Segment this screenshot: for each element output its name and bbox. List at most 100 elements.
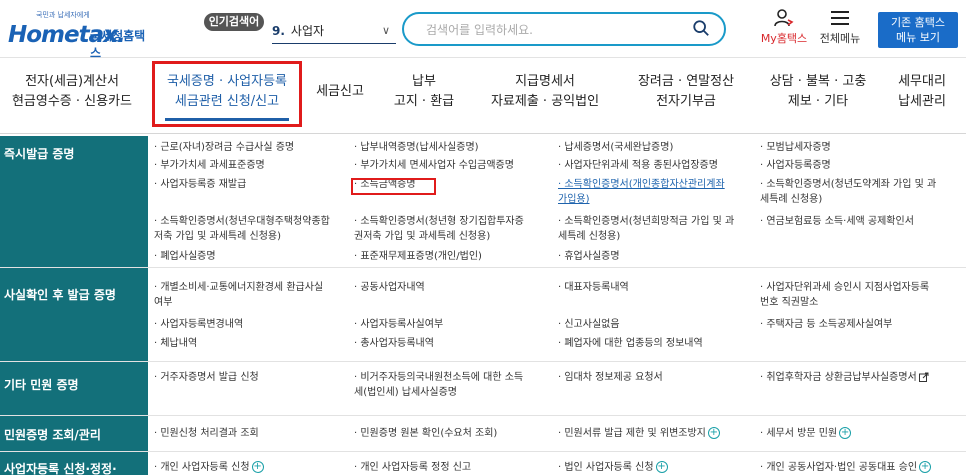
nav-statements[interactable]: 지급명세서 자료제출 · 공익법인	[480, 72, 610, 112]
nav-tax-agent[interactable]: 세무대리 납세관리	[882, 72, 962, 112]
list-item[interactable]: · 근로(자녀)장려금 수급사실 증명	[154, 140, 294, 155]
nav-consulting[interactable]: 상담 · 불복 · 고충 제보 · 기타	[760, 72, 876, 112]
nav-label: 세금신고	[316, 84, 364, 99]
popular-search-badge: 인기검색어	[204, 13, 264, 31]
list-item[interactable]: · 대표자등록내역	[558, 280, 629, 295]
list-item[interactable]: · 민원증명 원본 확인(수요처 조회)	[354, 426, 497, 441]
list-item[interactable]: · 법인 사업자등록 신청 +	[558, 460, 668, 475]
section-body: · 근로(자녀)장려금 수급사실 증명 · 납부내역증명(납세사실증명) · 납…	[148, 136, 966, 267]
list-item-line: · 소득확인증명서(청년도약계좌 가입 및 과	[760, 179, 937, 190]
section-row: 기타 민원 증명 · 거주자증명서 발급 신청 · 비거주자등의국내원천소득에 …	[0, 362, 966, 416]
myhome-label: My홈택스	[760, 32, 808, 45]
all-menu-label: 전체메뉴	[819, 32, 861, 45]
list-item[interactable]: · 소득확인증명서(청년우대형주택청약종합 저축 가입 및 과세특례 신청용)	[154, 214, 354, 244]
list-item[interactable]: · 민원서류 발급 제한 및 위변조방지 +	[558, 426, 720, 441]
external-link-icon	[918, 372, 929, 382]
nav-highlight-box	[152, 61, 302, 127]
list-item-line: · 세무서 방문 민원	[760, 428, 838, 439]
list-item-external[interactable]: · 취업후학자금 상환금납부사실증명서	[760, 370, 929, 385]
list-item[interactable]: · 휴업사실증명	[558, 249, 620, 264]
classic-menu-line2: 메뉴 보기	[896, 31, 940, 44]
list-item[interactable]: · 개별소비세·교통에너지환경세 환급사실 여부	[154, 280, 354, 310]
list-item[interactable]: · 사업자등록증명	[760, 158, 831, 173]
section-row: 민원증명 조회/관리 · 민원신청 처리결과 조회 · 민원증명 원본 확인(수…	[0, 416, 966, 452]
list-item[interactable]: · 개인 사업자등록 신청 +	[154, 460, 264, 475]
main-nav: 전자(세금)계산서 현금영수증 · 신용카드 국세증명 · 사업자등록 세금관련…	[0, 58, 966, 134]
section-title: 사업자등록 신청·정정·	[0, 452, 148, 475]
nav-label: 납세관리	[898, 94, 946, 109]
list-item[interactable]: · 세무서 방문 민원 +	[760, 426, 852, 441]
list-item-line: 세(법인세) 납세사실증명	[354, 387, 457, 398]
search-icon[interactable]	[692, 19, 710, 37]
list-item-line: · 취업후학자금 상환금납부사실증명서	[760, 372, 917, 383]
list-item[interactable]: · 개인 사업자등록 정정 신고	[354, 460, 471, 475]
list-item[interactable]: · 연금보험료등 소득·세액 공제확인서	[760, 214, 914, 229]
list-item[interactable]: · 소득확인증명서(청년도약계좌 가입 및 과 세특례 신청용)	[760, 177, 964, 207]
list-item[interactable]: · 주택자금 등 소득공제사실여부	[760, 317, 892, 332]
list-item-line: 권저축 가입 및 과세특례 신청용)	[354, 231, 491, 242]
section-title: 민원증명 조회/관리	[0, 416, 148, 451]
plus-circle-icon: +	[251, 461, 264, 473]
list-item[interactable]: · 폐업자에 대한 업종등의 정보내역	[558, 336, 703, 351]
hometax-logo[interactable]: 국민과 납세자에게 Hometax. 국세청홈택스	[6, 10, 156, 60]
search-input[interactable]	[426, 20, 686, 40]
list-item[interactable]: · 임대차 정보제공 요청서	[558, 370, 663, 385]
list-item[interactable]: · 비거주자등의국내원천소득에 대한 소득 세(법인세) 납세사실증명	[354, 370, 554, 400]
list-item-line: · 소득확인증명서(청년희망적금 가입 및 과	[558, 216, 735, 227]
popular-search-select[interactable]: 9. 사업자 ∨	[272, 18, 396, 44]
list-item[interactable]: · 사업자단위과세 적용 종된사업장증명	[558, 158, 718, 173]
classic-menu-button[interactable]: 기존 홈택스 메뉴 보기	[878, 12, 958, 48]
list-item[interactable]: · 모범납세자증명	[760, 140, 831, 155]
list-item[interactable]: · 부가가치세 면세사업자 수입금액증명	[354, 158, 514, 173]
list-item[interactable]: · 개인 공동사업자·법인 공동대표 승인 +	[760, 460, 932, 475]
nav-etax[interactable]: 전자(세금)계산서 현금영수증 · 신용카드	[4, 72, 140, 112]
nav-payment[interactable]: 납부 고지 · 환급	[376, 72, 472, 112]
list-item[interactable]: · 부가가치세 과세표준증명	[154, 158, 265, 173]
list-item-line: 번호 직권말소	[760, 297, 819, 308]
nav-label: 고지 · 환급	[393, 94, 455, 109]
list-item[interactable]: · 체납내역	[154, 336, 197, 351]
list-item-line: 여부	[154, 297, 173, 308]
menu-grid: 즉시발급 증명 · 근로(자녀)장려금 수급사실 증명 · 납부내역증명(납세사…	[0, 136, 966, 475]
list-item[interactable]: · 납부내역증명(납세사실증명)	[354, 140, 479, 155]
nav-tax-return[interactable]: 세금신고	[306, 82, 374, 102]
nav-label: 상담 · 불복 · 고충	[769, 74, 867, 89]
plus-circle-icon: +	[839, 427, 852, 439]
list-item[interactable]: · 거주자증명서 발급 신청	[154, 370, 259, 385]
plus-circle-icon: +	[707, 427, 720, 439]
all-menu-button[interactable]: 전체메뉴	[814, 6, 866, 50]
section-title: 즉시발급 증명	[0, 136, 148, 267]
nav-incentives[interactable]: 장려금 · 연말정산 전자기부금	[618, 72, 754, 112]
list-item[interactable]: · 총사업자등록내역	[354, 336, 434, 351]
list-item[interactable]: · 사업자단위과세 승인시 지점사업자등록 번호 직권말소	[760, 280, 964, 310]
list-item[interactable]: · 폐업사실증명	[154, 249, 216, 264]
list-item[interactable]: · 소득확인증명서(청년희망적금 가입 및 과 세특례 신청용)	[558, 214, 758, 244]
search-box	[402, 12, 726, 46]
list-item[interactable]: · 소득확인증명서(청년형 장기집합투자증 권저축 가입 및 과세특례 신청용)	[354, 214, 554, 244]
list-item[interactable]: · 공동사업자내역	[354, 280, 425, 295]
list-item-line: · 개인 공동사업자·법인 공동대표 승인	[760, 462, 918, 473]
list-item[interactable]: · 민원신청 처리결과 조회	[154, 426, 259, 441]
section-body: · 개별소비세·교통에너지환경세 환급사실 여부 · 공동사업자내역 · 대표자…	[148, 268, 966, 361]
list-item[interactable]: · 소득확인증명서(개인종합자산관리계좌 가입용)	[558, 177, 758, 207]
nav-label: 제보 · 기타	[787, 94, 849, 109]
section-body: · 민원신청 처리결과 조회 · 민원증명 원본 확인(수요처 조회) · 민원…	[148, 416, 966, 451]
list-item[interactable]: · 표준재무제표증명(개인/법인)	[354, 249, 482, 264]
myhome-button[interactable]: My홈택스	[760, 6, 808, 50]
list-item[interactable]: · 신고사실없음	[558, 317, 620, 332]
list-item[interactable]: · 사업자등록변경내역	[154, 317, 243, 332]
list-item-line: 가입용)	[558, 194, 590, 205]
list-item[interactable]: · 납세증명서(국세완납증명)	[558, 140, 673, 155]
logo-brand-ko: 국세청홈택스	[90, 29, 146, 60]
plus-circle-icon: +	[655, 461, 668, 473]
list-item[interactable]: · 사업자등록사실여부	[354, 317, 443, 332]
top-header: 국민과 납세자에게 Hometax. 국세청홈택스 인기검색어 9. 사업자 ∨ …	[0, 0, 966, 60]
list-item[interactable]: · 사업자등록증 재발급	[154, 177, 246, 192]
menu-icon	[831, 11, 849, 25]
section-row: 사업자등록 신청·정정· · 개인 사업자등록 신청 + · 개인 사업자등록 정…	[0, 452, 966, 475]
list-item-line: · 비거주자등의국내원천소득에 대한 소득	[354, 372, 524, 383]
user-icon	[774, 9, 794, 27]
nav-label: 납부	[412, 74, 436, 89]
section-row: 사실확인 후 발급 증명 · 개별소비세·교통에너지환경세 환급사실 여부 · …	[0, 268, 966, 362]
logo-tagline: 국민과 납세자에게	[36, 11, 90, 19]
